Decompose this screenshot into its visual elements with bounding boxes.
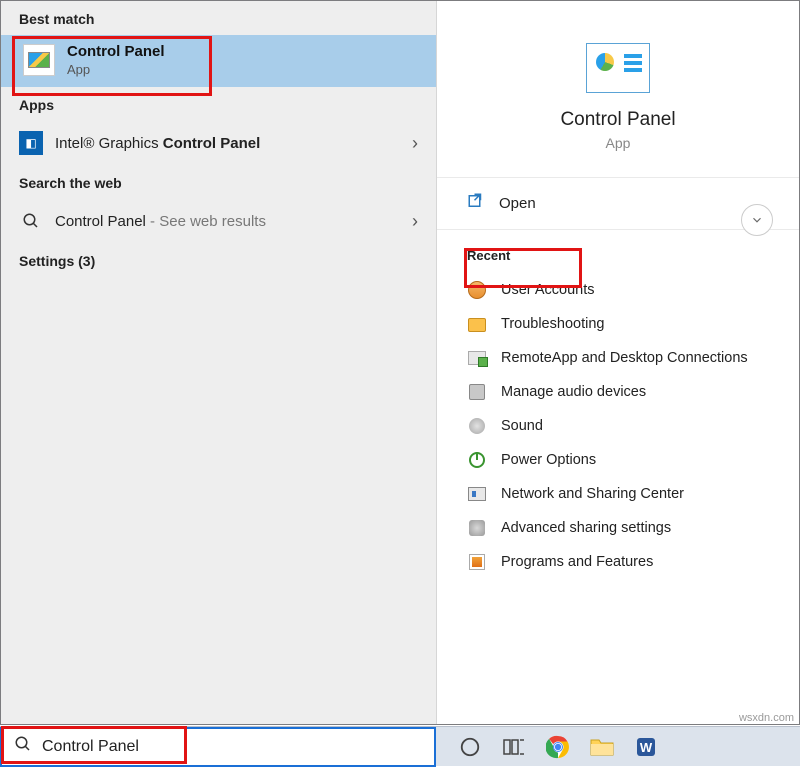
recent-label: User Accounts — [501, 282, 595, 298]
search-web-header: Search the web — [1, 165, 436, 199]
recent-item-power-options[interactable]: Power Options — [467, 443, 799, 477]
open-icon — [467, 192, 485, 215]
best-match-item[interactable]: Control Panel App — [1, 35, 436, 87]
preview-hero: Control Panel App — [437, 1, 799, 178]
taskbar: Control Panel W — [0, 726, 800, 766]
task-view-icon[interactable] — [500, 733, 528, 761]
recent-item-troubleshooting[interactable]: Troubleshooting — [467, 307, 799, 341]
recent-label: Sound — [501, 418, 543, 434]
search-input-text: Control Panel — [42, 738, 139, 756]
recent-item-remoteapp[interactable]: RemoteApp and Desktop Connections — [467, 341, 799, 375]
network-sharing-icon — [467, 484, 487, 504]
recent-label: Network and Sharing Center — [501, 486, 684, 502]
control-panel-icon — [586, 43, 650, 93]
recent-item-user-accounts[interactable]: User Accounts — [467, 273, 799, 307]
search-icon — [19, 209, 43, 233]
svg-text:W: W — [640, 740, 653, 755]
troubleshooting-icon — [467, 314, 487, 334]
sound-icon — [467, 416, 487, 436]
audio-devices-icon — [467, 382, 487, 402]
remoteapp-icon — [467, 348, 487, 368]
web-row-title: Control Panel — [55, 213, 146, 230]
search-results-pane: Best match Control Panel App Apps ◧ Inte… — [1, 1, 437, 724]
chevron-right-icon[interactable]: › — [412, 133, 418, 154]
watermark: wsxdn.com — [739, 712, 794, 724]
taskbar-search-box[interactable]: Control Panel — [0, 727, 436, 767]
recent-label: Programs and Features — [501, 554, 653, 570]
file-explorer-icon[interactable] — [588, 733, 616, 761]
user-accounts-icon — [467, 280, 487, 300]
cortana-icon[interactable] — [456, 733, 484, 761]
best-match-header: Best match — [1, 1, 436, 35]
chevron-right-icon[interactable]: › — [412, 211, 418, 232]
recent-label: Advanced sharing settings — [501, 520, 671, 536]
recent-item-network-sharing[interactable]: Network and Sharing Center — [467, 477, 799, 511]
best-match-title: Control Panel — [67, 43, 165, 60]
app-row-bold: Control Panel — [163, 135, 261, 152]
settings-header: Settings (3) — [1, 243, 436, 277]
chrome-icon[interactable] — [544, 733, 572, 761]
control-panel-icon — [23, 44, 55, 76]
open-action[interactable]: Open — [437, 178, 799, 230]
recent-item-audio-devices[interactable]: Manage audio devices — [467, 375, 799, 409]
web-result-control-panel[interactable]: Control Panel - See web results › — [1, 199, 436, 243]
expand-button[interactable] — [741, 204, 773, 236]
app-result-intel-graphics[interactable]: ◧ Intel® Graphics Control Panel › — [1, 121, 436, 165]
preview-pane: Control Panel App Open Recent User Accou… — [437, 1, 799, 724]
recent-label: Troubleshooting — [501, 316, 604, 332]
web-row-sub: - See web results — [146, 213, 266, 230]
app-row-prefix: Intel® Graphics — [55, 135, 163, 152]
apps-header: Apps — [1, 87, 436, 121]
recent-header: Recent — [467, 248, 799, 263]
intel-graphics-icon: ◧ — [19, 131, 43, 155]
recent-item-programs-features[interactable]: Programs and Features — [467, 545, 799, 579]
open-label: Open — [499, 195, 536, 212]
search-icon — [14, 735, 32, 758]
advanced-sharing-icon — [467, 518, 487, 538]
recent-label: RemoteApp and Desktop Connections — [501, 350, 748, 366]
recent-item-sound[interactable]: Sound — [467, 409, 799, 443]
programs-features-icon — [467, 552, 487, 572]
preview-subtitle: App — [606, 135, 631, 151]
recent-label: Power Options — [501, 452, 596, 468]
preview-title: Control Panel — [560, 109, 675, 131]
power-options-icon — [467, 450, 487, 470]
recent-item-advanced-sharing[interactable]: Advanced sharing settings — [467, 511, 799, 545]
recent-section: Recent User Accounts Troubleshooting Rem… — [437, 230, 799, 579]
recent-label: Manage audio devices — [501, 384, 646, 400]
best-match-subtitle: App — [67, 62, 165, 77]
word-icon[interactable]: W — [632, 733, 660, 761]
